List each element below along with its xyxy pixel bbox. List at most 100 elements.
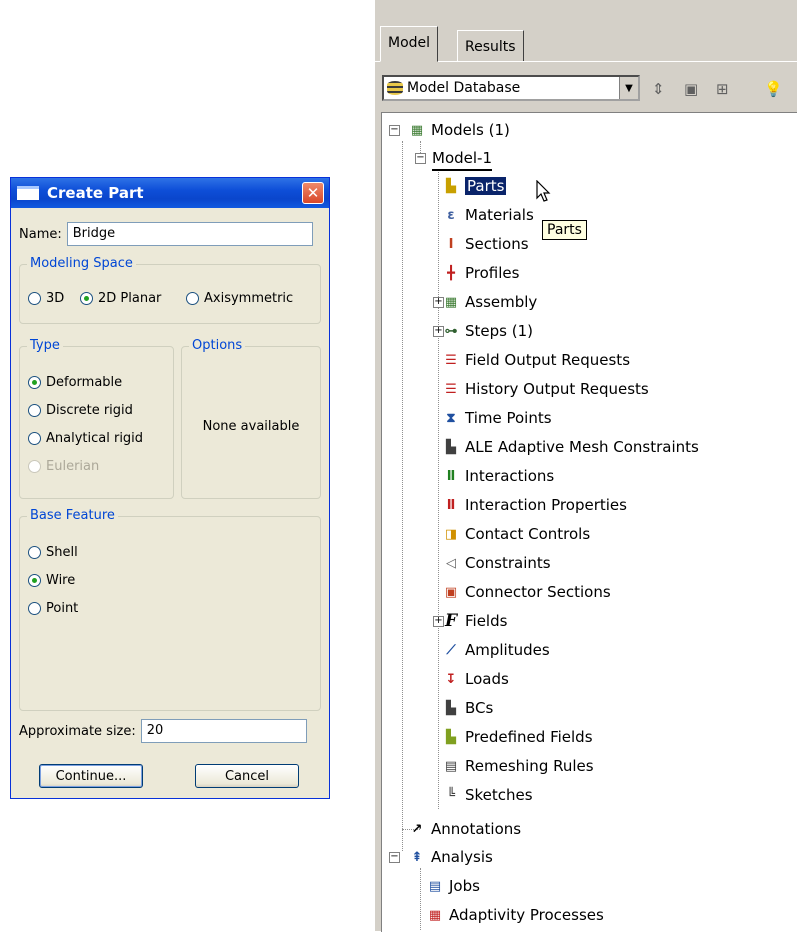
annotations-icon: ↗ <box>411 821 423 837</box>
continue-button[interactable]: Continue... <box>39 764 143 788</box>
tree-item-sketches[interactable]: ╚ Sketches <box>442 784 533 806</box>
materials-icon: ε <box>447 207 455 223</box>
analysis-icon: ⇞ <box>411 849 423 865</box>
radio-2d-planar[interactable]: 2D Planar <box>80 291 161 306</box>
tree-item-amplitudes[interactable]: ⟋ Amplitudes <box>442 639 549 661</box>
approx-size-input[interactable]: 20 <box>140 719 307 743</box>
radio-circle-icon <box>186 292 199 305</box>
predefined-fields-icon: ▙ <box>446 729 456 745</box>
tree-item-interactions[interactable]: Ⅱ Interactions <box>442 465 555 487</box>
tree-item-contact-controls[interactable]: ◨ Contact Controls <box>442 523 590 545</box>
bcs-icon: ▙ <box>446 700 456 716</box>
approx-size-label: Approximate size: <box>19 723 136 739</box>
cancel-button[interactable]: Cancel <box>195 764 299 788</box>
radio-circle-icon <box>28 546 41 559</box>
mouse-cursor-icon <box>536 180 551 202</box>
options-label: Options <box>189 338 246 353</box>
history-output-icon: ☰ <box>445 381 457 397</box>
connector-sections-icon: ▣ <box>444 584 458 600</box>
tree-item-steps[interactable]: ⊶ Steps (1) <box>442 320 533 342</box>
dialog-title: Create Part <box>47 184 144 202</box>
create-part-dialog: Create Part ✕ Name: Bridge Modeling Spac… <box>10 177 330 799</box>
options-group: Options None available <box>181 338 321 499</box>
tree-item-adaptivity-processes[interactable]: ▦ Adaptivity Processes <box>426 904 604 926</box>
tree-item-connector-sections[interactable]: ▣ Connector Sections <box>442 581 611 603</box>
lightbulb-icon[interactable]: 💡 <box>764 80 783 98</box>
tree-item-analysis[interactable]: ⇞ Analysis <box>408 846 493 868</box>
tree-item-parts[interactable]: ▙ Parts <box>442 175 507 197</box>
jobs-icon: ▤ <box>428 878 442 894</box>
radio-3d[interactable]: 3D <box>28 291 64 306</box>
collapse-icon[interactable]: − <box>415 153 426 164</box>
radio-checked-icon <box>80 292 93 305</box>
tree-item-history-output-requests[interactable]: ☰ History Output Requests <box>442 378 649 400</box>
collapse-icon[interactable]: − <box>389 125 400 136</box>
tree-line <box>420 868 421 930</box>
fields-icon: F <box>444 611 458 631</box>
interaction-properties-icon: Ⅱ <box>446 497 456 513</box>
options-none-text: None available <box>202 419 300 434</box>
models-icon: ▦ <box>410 122 424 138</box>
radio-deformable[interactable]: Deformable <box>28 375 122 390</box>
database-icon <box>387 81 403 95</box>
dropdown-arrow-icon[interactable]: ▼ <box>619 77 638 99</box>
radio-checked-icon <box>28 574 41 587</box>
tree-item-ale-adaptive-mesh-constraints[interactable]: ▙ ALE Adaptive Mesh Constraints <box>442 436 699 458</box>
approx-size-row: Approximate size: 20 <box>19 719 307 743</box>
base-feature-group: Base Feature Shell Wire Point <box>19 508 321 711</box>
tree-item-interaction-properties[interactable]: Ⅱ Interaction Properties <box>442 494 627 516</box>
tab-model[interactable]: Model <box>380 26 439 62</box>
radio-wire[interactable]: Wire <box>28 573 75 588</box>
time-points-icon: ⧗ <box>446 410 456 426</box>
tree-item-sections[interactable]: Ⅰ Sections <box>442 233 529 255</box>
parts-tooltip: Parts <box>542 220 587 240</box>
tree-item-remeshing-rules[interactable]: ▤ Remeshing Rules <box>442 755 594 777</box>
close-icon[interactable]: ✕ <box>302 182 324 204</box>
contact-controls-icon: ◨ <box>444 526 458 542</box>
tree-item-fields[interactable]: F Fields <box>442 610 507 632</box>
radio-circle-icon <box>28 602 41 615</box>
sketches-icon: ╚ <box>447 787 455 803</box>
radio-point[interactable]: Point <box>28 601 78 616</box>
adaptivity-processes-icon: ▦ <box>428 907 442 923</box>
tree-item-constraints[interactable]: ◁ Constraints <box>442 552 551 574</box>
tree-item-assembly[interactable]: ▦ Assembly <box>442 291 537 313</box>
radio-discrete-rigid[interactable]: Discrete rigid <box>28 403 133 418</box>
window-icon <box>17 186 39 200</box>
radio-circle-icon <box>28 404 41 417</box>
tree-item-materials[interactable]: ε Materials <box>442 204 533 226</box>
model-database-select[interactable]: Model Database ▼ <box>382 75 640 101</box>
tree-filter-icon[interactable]: ⊞ <box>716 80 729 98</box>
radio-shell[interactable]: Shell <box>28 545 78 560</box>
name-input[interactable]: Bridge <box>66 222 313 246</box>
tab-results[interactable]: Results <box>457 30 524 61</box>
tree-item-time-points[interactable]: ⧗ Time Points <box>442 407 551 429</box>
tree-item-models[interactable]: ▦ Models (1) <box>408 119 510 141</box>
radio-checked-icon <box>28 376 41 389</box>
model-tree: − ▦ Models (1) − Model-1 ▙ Parts ε Mater… <box>381 112 797 932</box>
collapse-icon[interactable]: − <box>389 852 400 863</box>
tree-item-loads[interactable]: ↧ Loads <box>442 668 509 690</box>
sections-icon: Ⅰ <box>448 236 454 252</box>
radio-analytical-rigid[interactable]: Analytical rigid <box>28 431 143 446</box>
radio-circle-icon <box>28 460 41 473</box>
steps-icon: ⊶ <box>444 323 458 339</box>
tree-item-field-output-requests[interactable]: ☰ Field Output Requests <box>442 349 630 371</box>
up-down-arrows-icon[interactable]: ⇕ <box>652 80 665 98</box>
ale-mesh-icon: ▙ <box>446 439 456 455</box>
tree-item-model-1[interactable]: Model-1 <box>432 147 492 171</box>
modeling-space-label: Modeling Space <box>27 256 136 271</box>
tree-item-bcs[interactable]: ▙ BCs <box>442 697 493 719</box>
dialog-titlebar[interactable]: Create Part ✕ <box>11 178 329 208</box>
radio-axisymmetric[interactable]: Axisymmetric <box>186 291 293 306</box>
constraints-icon: ◁ <box>446 555 456 571</box>
tab-divider <box>375 61 797 62</box>
tree-line <box>402 141 403 851</box>
folder-up-icon[interactable]: ▣ <box>684 80 698 98</box>
tree-item-profiles[interactable]: ╋ Profiles <box>442 262 519 284</box>
amplitudes-icon: ⟋ <box>446 642 456 658</box>
tree-item-predefined-fields[interactable]: ▙ Predefined Fields <box>442 726 593 748</box>
tree-item-annotations[interactable]: ↗ Annotations <box>408 818 522 840</box>
interactions-icon: Ⅱ <box>446 468 456 484</box>
tree-item-jobs[interactable]: ▤ Jobs <box>426 875 480 897</box>
